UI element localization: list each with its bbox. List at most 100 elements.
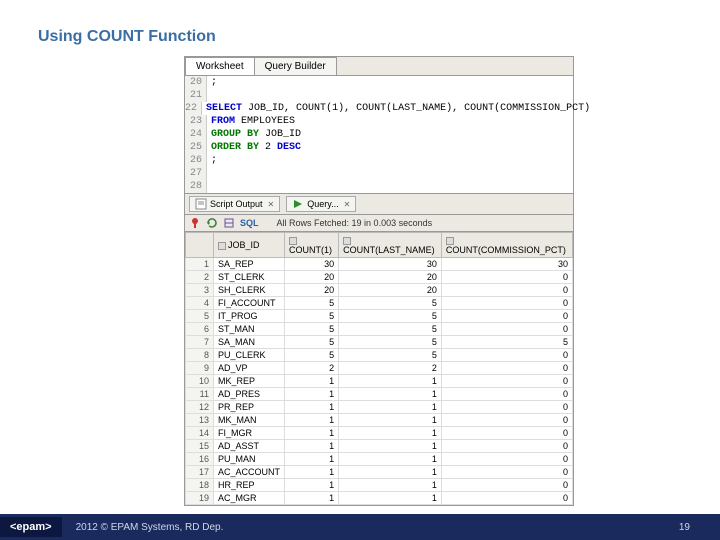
table-row[interactable]: 19AC_MGR110	[186, 492, 573, 505]
cell[interactable]: 1	[285, 427, 339, 440]
cell[interactable]: SA_REP	[214, 258, 285, 271]
cell[interactable]: FI_ACCOUNT	[214, 297, 285, 310]
cell[interactable]: 20	[339, 271, 442, 284]
table-row[interactable]: 13MK_MAN110	[186, 414, 573, 427]
cell[interactable]: 5	[339, 336, 442, 349]
cell[interactable]: 0	[441, 427, 572, 440]
table-row[interactable]: 8PU_CLERK550	[186, 349, 573, 362]
cell[interactable]: 1	[339, 453, 442, 466]
cell[interactable]: 30	[285, 258, 339, 271]
code-line[interactable]	[207, 167, 217, 180]
cell[interactable]: MK_REP	[214, 375, 285, 388]
table-row[interactable]: 2ST_CLERK20200	[186, 271, 573, 284]
cell[interactable]: 2	[339, 362, 442, 375]
cell[interactable]: MK_MAN	[214, 414, 285, 427]
cell[interactable]: 5	[285, 349, 339, 362]
cell[interactable]: 0	[441, 401, 572, 414]
cell[interactable]: 0	[441, 297, 572, 310]
cell[interactable]: 1	[285, 388, 339, 401]
column-header[interactable]: COUNT(COMMISSION_PCT)	[441, 233, 572, 258]
table-row[interactable]: 6ST_MAN550	[186, 323, 573, 336]
sql-label[interactable]: SQL	[240, 218, 259, 228]
cell[interactable]: 20	[339, 284, 442, 297]
cell[interactable]: 1	[285, 375, 339, 388]
cell[interactable]: 5	[339, 323, 442, 336]
cell[interactable]: 0	[441, 466, 572, 479]
column-header[interactable]: COUNT(LAST_NAME)	[339, 233, 442, 258]
cell[interactable]: AD_ASST	[214, 440, 285, 453]
cell[interactable]: 0	[441, 440, 572, 453]
cell[interactable]: 0	[441, 388, 572, 401]
code-line[interactable]: GROUP BY JOB_ID	[207, 128, 301, 141]
tab-query-results[interactable]: Query... ✕	[286, 196, 356, 212]
cell[interactable]: FI_MGR	[214, 427, 285, 440]
table-row[interactable]: 14FI_MGR110	[186, 427, 573, 440]
cell[interactable]: ST_MAN	[214, 323, 285, 336]
cell[interactable]: 1	[339, 414, 442, 427]
cell[interactable]: 30	[339, 258, 442, 271]
table-row[interactable]: 18HR_REP110	[186, 479, 573, 492]
table-row[interactable]: 1SA_REP303030	[186, 258, 573, 271]
cell[interactable]: 1	[339, 492, 442, 505]
column-header[interactable]: JOB_ID	[214, 233, 285, 258]
cell[interactable]: 0	[441, 271, 572, 284]
tab-query-builder[interactable]: Query Builder	[254, 57, 337, 75]
cell[interactable]: PR_REP	[214, 401, 285, 414]
table-row[interactable]: 16PU_MAN110	[186, 453, 573, 466]
code-line[interactable]: ;	[207, 76, 217, 89]
code-editor[interactable]: 20;21 22SELECT JOB_ID, COUNT(1), COUNT(L…	[185, 76, 573, 193]
cell[interactable]: 1	[285, 453, 339, 466]
cell[interactable]: 1	[285, 466, 339, 479]
cell[interactable]: 1	[339, 388, 442, 401]
cell[interactable]: 0	[441, 453, 572, 466]
cell[interactable]: 20	[285, 271, 339, 284]
table-row[interactable]: 5IT_PROG550	[186, 310, 573, 323]
cell[interactable]: 1	[339, 440, 442, 453]
table-row[interactable]: 3SH_CLERK20200	[186, 284, 573, 297]
cell[interactable]: 1	[285, 440, 339, 453]
table-row[interactable]: 7SA_MAN555	[186, 336, 573, 349]
cell[interactable]: 5	[285, 297, 339, 310]
cell[interactable]: 0	[441, 310, 572, 323]
table-row[interactable]: 4FI_ACCOUNT550	[186, 297, 573, 310]
cell[interactable]: 1	[339, 479, 442, 492]
close-icon[interactable]: ✕	[268, 200, 275, 209]
cell[interactable]: 5	[285, 323, 339, 336]
cell[interactable]: 1	[285, 414, 339, 427]
table-row[interactable]: 12PR_REP110	[186, 401, 573, 414]
code-line[interactable]	[207, 180, 217, 193]
code-line[interactable]: FROM EMPLOYEES	[207, 115, 295, 128]
cell[interactable]: PU_CLERK	[214, 349, 285, 362]
table-row[interactable]: 11AD_PRES110	[186, 388, 573, 401]
cell[interactable]: 0	[441, 414, 572, 427]
cell[interactable]: 0	[441, 492, 572, 505]
cell[interactable]: 5	[339, 310, 442, 323]
cell[interactable]: 5	[285, 310, 339, 323]
cell[interactable]: SA_MAN	[214, 336, 285, 349]
cell[interactable]: 1	[339, 375, 442, 388]
cell[interactable]: 0	[441, 362, 572, 375]
cell[interactable]: 0	[441, 375, 572, 388]
cell[interactable]: 5	[339, 349, 442, 362]
cell[interactable]: 1	[339, 427, 442, 440]
cell[interactable]: 0	[441, 284, 572, 297]
results-grid[interactable]: JOB_IDCOUNT(1)COUNT(LAST_NAME)COUNT(COMM…	[185, 232, 573, 505]
cell[interactable]: 5	[339, 297, 442, 310]
cell[interactable]: HR_REP	[214, 479, 285, 492]
pin-icon[interactable]	[189, 217, 201, 229]
code-line[interactable]	[207, 89, 217, 102]
cell[interactable]: 0	[441, 349, 572, 362]
export-icon[interactable]	[223, 217, 235, 229]
cell[interactable]: AC_ACCOUNT	[214, 466, 285, 479]
table-row[interactable]: 9AD_VP220	[186, 362, 573, 375]
cell[interactable]: PU_MAN	[214, 453, 285, 466]
cell[interactable]: AD_PRES	[214, 388, 285, 401]
cell[interactable]: 1	[339, 466, 442, 479]
tab-script-output[interactable]: Script Output ✕	[189, 196, 280, 212]
cell[interactable]: 5	[441, 336, 572, 349]
cell[interactable]: AD_VP	[214, 362, 285, 375]
cell[interactable]: 20	[285, 284, 339, 297]
cell[interactable]: 1	[285, 479, 339, 492]
close-icon[interactable]: ✕	[344, 200, 351, 209]
cell[interactable]: 1	[285, 492, 339, 505]
